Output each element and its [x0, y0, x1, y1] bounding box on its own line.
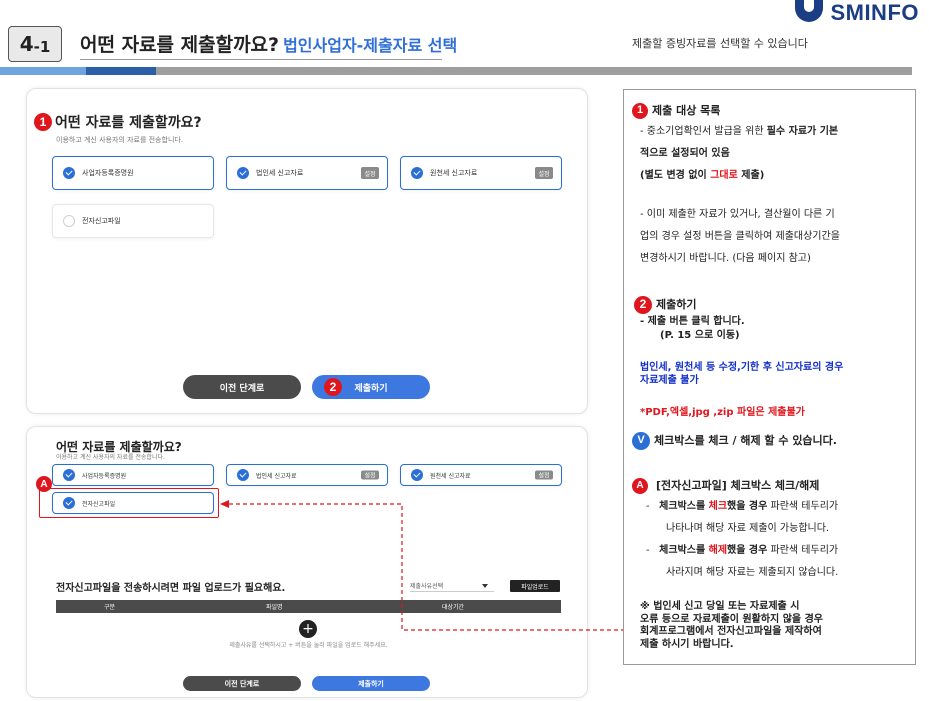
card-label: 원천세 신고자료 [430, 472, 471, 480]
section1-line4: - 이미 제출한 자료가 있거나, 결산월이 다른 기 [640, 209, 835, 220]
card-withholding-tax[interactable]: 원천세 신고자료 설정 [400, 156, 562, 190]
prev-step-button[interactable]: 이전 단계로 [183, 676, 301, 691]
highlight-frame [39, 488, 219, 518]
step-badge: 4 -1 [8, 26, 62, 62]
page-title: 어떤 자료를 제출할까요? 법인사업자-제출자료 선택 [80, 30, 457, 57]
card-business-registration[interactable]: 사업자등록증명원 [52, 156, 214, 190]
card-withholding-tax[interactable]: 원천세 신고자료 설정 [400, 464, 562, 486]
page-title-sub: 법인사업자-제출자료 선택 [283, 36, 458, 55]
bar-segment-light [0, 67, 86, 75]
checkbox-hint-text: 체크박스를 체크 / 해제 할 수 있습니다. [654, 434, 837, 448]
section2-title: 제출하기 [656, 298, 697, 312]
section1-line2: 적으로 설정되어 있음 [640, 148, 730, 159]
note-line3: 회계프로그램에서 전자신고파일을 제작하여 [640, 626, 822, 637]
checked-icon[interactable] [237, 469, 249, 481]
header-progress-bar [0, 67, 912, 75]
section2-note-line2: 자료제출 불가 [640, 375, 699, 386]
section2-heading: 2 제출하기 [634, 296, 696, 314]
upload-title: 전자신고파일을 전송하시려면 파일 업로드가 필요해요. [56, 583, 286, 594]
settings-button[interactable]: 설정 [361, 470, 379, 480]
marker-2-icon: 2 [324, 378, 342, 396]
section-a-heading: A [전자신고파일] 체크박스 체크/해제 [632, 478, 819, 494]
logo-text: SMINFO [830, 0, 919, 25]
logo-mark-icon [793, 0, 827, 26]
checked-icon[interactable] [411, 167, 423, 179]
panel1-subtitle: 이용하고 계신 사용자의 자료를 전송합니다. [56, 136, 184, 144]
section1-line1: - 중소기업확인서 발급을 위한 필수 자료가 기본 [640, 126, 839, 137]
section-a-line3: - 체크박스를 해제했을 경우 파란색 테두리가 [646, 545, 839, 556]
unchecked-icon[interactable] [63, 215, 75, 227]
header-description: 제출할 증빙자료를 선택할 수 있습니다 [632, 37, 808, 50]
section-a-title: [전자신고파일] 체크박스 체크/해제 [656, 479, 820, 493]
settings-button[interactable]: 설정 [361, 167, 379, 179]
card-electronic-file[interactable]: 전자신고파일 [52, 204, 214, 238]
file-table-header: 구분 파일명 대상기간 [56, 600, 561, 613]
logo: SMINFO [793, 0, 919, 26]
note-line2: 오류 등으로 자료제출이 원활하지 않을 경우 [640, 613, 824, 625]
checked-icon[interactable] [63, 167, 75, 179]
section2-file-warning: *PDF,엑셀,jpg ,zip 파일은 제출불가 [640, 407, 805, 418]
card-corporate-tax[interactable]: 법인세 신고자료 설정 [226, 156, 388, 190]
page-title-main: 어떤 자료를 제출할까요? [80, 34, 280, 56]
step-number: 4 [19, 32, 34, 56]
marker-a-icon: A [36, 476, 52, 492]
title-underline [80, 59, 442, 60]
add-file-button[interactable]: + [299, 620, 317, 638]
checked-icon[interactable] [237, 167, 249, 179]
panel1-title-text: 어떤 자료를 제출할까요? [55, 115, 202, 131]
note-block: ※ 법인세 신고 당일 또는 자료제출 시 오류 등으로 자료제출이 원활하지 … [640, 601, 823, 651]
marker-2-icon: 2 [634, 296, 652, 314]
reason-select[interactable]: 제출사유선택 [410, 580, 494, 592]
card-label: 사업자등록증명원 [82, 169, 134, 177]
card-corporate-tax[interactable]: 법인세 신고자료 설정 [226, 464, 388, 486]
card-label: 원천세 신고자료 [430, 169, 478, 177]
checked-icon[interactable] [63, 469, 75, 481]
settings-button[interactable]: 설정 [535, 167, 553, 179]
reason-select-value: 제출사유선택 [410, 583, 444, 590]
file-upload-button[interactable]: 파일업로드 [510, 580, 560, 592]
column-header: 파일명 [266, 604, 283, 611]
section1-line5: 업의 경우 설정 버튼을 클릭하여 제출대상기간을 [640, 231, 840, 242]
settings-button[interactable]: 설정 [535, 470, 553, 480]
check-marker-icon: V [632, 432, 650, 450]
chevron-down-icon [482, 584, 488, 588]
note-line1: ※ 법인세 신고 당일 또는 자료제출 시 [640, 601, 800, 612]
marker-1-icon: 1 [34, 113, 52, 131]
card-label: 법인세 신고자료 [256, 169, 304, 177]
panel1-title: 1 어떤 자료를 제출할까요? [34, 112, 202, 132]
upload-hint: 제출사유를 선택하시고 + 버튼을 눌러 파일을 업로드 해주세요. [229, 642, 388, 649]
submit-label: 제출하기 [354, 383, 388, 394]
submit-button[interactable]: 제출하기 [312, 676, 430, 691]
section-a-line4: 사라지며 해당 자료는 제출되지 않습니다. [666, 567, 839, 578]
marker-1-icon: 1 [632, 103, 648, 119]
checked-icon[interactable] [411, 469, 423, 481]
note-line4: 제출 하시기 바랍니다. [640, 638, 734, 650]
section1-line3: (별도 변경 없이 그대로 제출) [640, 170, 765, 181]
card-label: 사업자등록증명원 [82, 472, 127, 480]
prev-step-button[interactable]: 이전 단계로 [183, 375, 301, 399]
card-label: 법인세 신고자료 [256, 472, 297, 480]
marker-a-icon: A [632, 478, 648, 494]
card-business-registration[interactable]: 사업자등록증명원 [52, 464, 214, 486]
step-sub: -1 [33, 37, 51, 56]
panel2-subtitle: 이용하고 계신 사용자의 자료를 전송합니다. [56, 454, 165, 461]
section-a-line1: - 체크박스를 체크했을 경우 파란색 테두리가 [646, 501, 839, 512]
bar-segment-dark [86, 67, 156, 75]
section1-title: 제출 대상 목록 [652, 104, 721, 118]
section2-line2: (P. 15 으로 이동) [660, 330, 740, 341]
section2-line1: - 제출 버튼 클릭 합니다. [640, 316, 745, 327]
checkbox-hint: V 체크박스를 체크 / 해제 할 수 있습니다. [632, 432, 837, 450]
submit-button[interactable]: 2 제출하기 [312, 375, 430, 399]
column-header: 구분 [104, 604, 116, 611]
card-label: 전자신고파일 [82, 217, 121, 225]
column-header: 대상기간 [442, 604, 465, 611]
section1-line6: 변경하시기 바랍니다. (다음 페이지 참고) [640, 253, 811, 264]
section-a-line2: 나타나며 해당 자료 제출이 가능합니다. [666, 523, 830, 534]
section1-heading: 1 제출 대상 목록 [632, 103, 720, 119]
